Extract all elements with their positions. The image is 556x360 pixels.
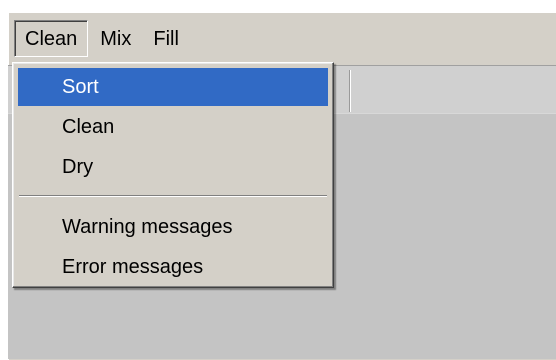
toolbar-separator bbox=[349, 70, 351, 112]
menu-item-error-messages[interactable]: Error messages bbox=[18, 248, 328, 286]
menu-clean[interactable]: Clean bbox=[14, 19, 89, 57]
menu-item-warning-messages[interactable]: Warning messages bbox=[18, 208, 328, 246]
menu-bar: Clean Mix Fill bbox=[8, 14, 191, 62]
menu-mix[interactable]: Mix bbox=[90, 21, 141, 56]
menu-fill[interactable]: Fill bbox=[143, 21, 189, 56]
menu-item-dry[interactable]: Dry bbox=[18, 148, 328, 186]
clean-menu-dropdown: Sort Clean Dry Warning messages Error me… bbox=[12, 62, 334, 288]
menu-item-clean[interactable]: Clean bbox=[18, 108, 328, 146]
menu-separator bbox=[19, 195, 327, 197]
menu-item-sort[interactable]: Sort bbox=[18, 68, 328, 106]
